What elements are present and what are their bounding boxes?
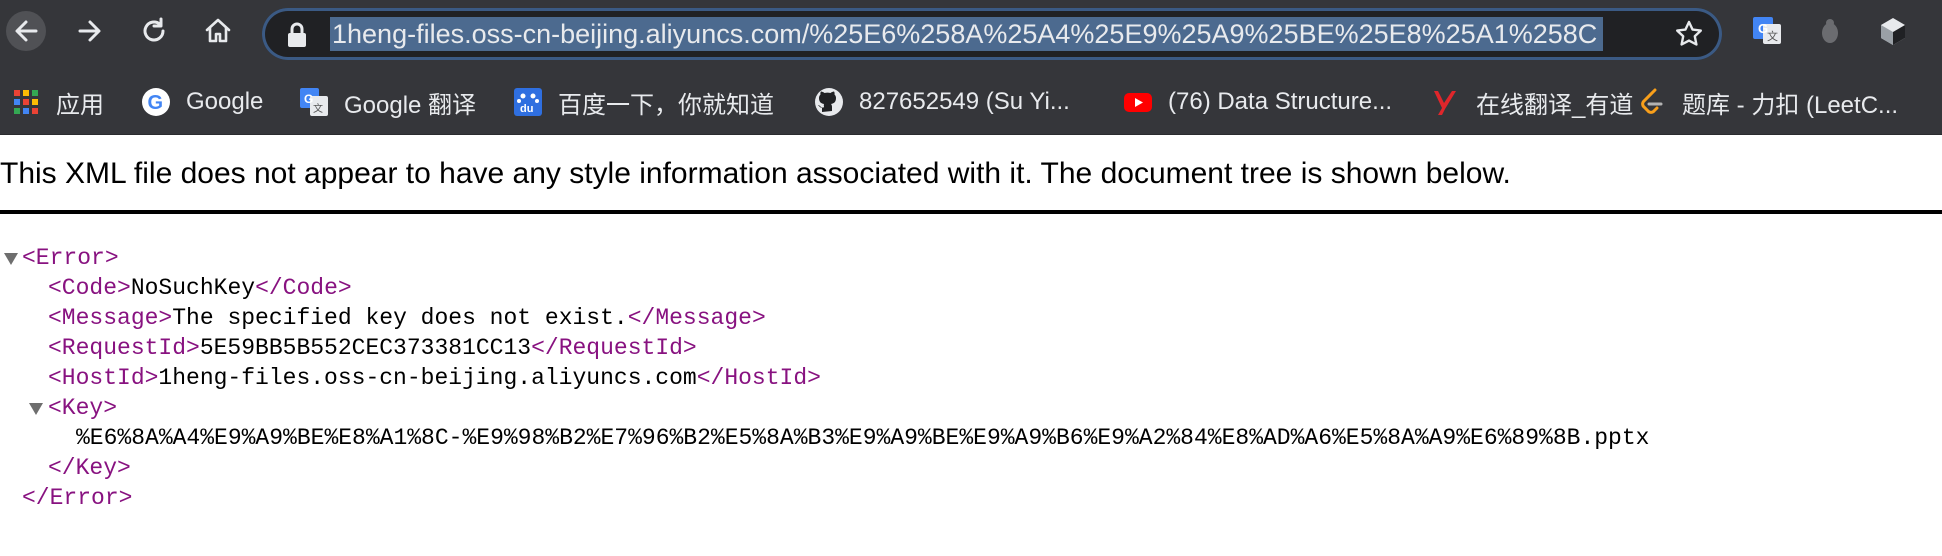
collapse-triangle-icon[interactable] [29, 403, 43, 415]
svg-text:du: du [520, 103, 533, 115]
forward-arrow-icon [78, 20, 101, 42]
xml-message-line: <Message>The specified key does not exis… [48, 303, 766, 333]
lock-icon[interactable] [286, 22, 308, 53]
key-value: %E6%8A%A4%E9%A9%BE%E8%A1%8C-%E9%98%B2%E7… [76, 425, 1650, 451]
bookmark-apps[interactable]: 应用 [10, 84, 104, 120]
collapse-triangle-icon[interactable] [4, 253, 18, 265]
bookmark-star-button[interactable] [1674, 19, 1704, 54]
google-translate-extension[interactable]: G文 [1750, 14, 1784, 48]
bookmark-label: 题库 - 力扣 (LeetC... [1682, 91, 1899, 119]
bookmarks-bar: 应用 G Google G文 Google 翻译 du 百度一下，你就知道 82… [0, 72, 1942, 135]
xml-key-open: <Key> [48, 393, 117, 423]
google-translate-icon: G文 [298, 86, 330, 118]
browser-toolbar: 1heng-files.oss-cn-beijing.aliyuncs.com/… [0, 0, 1942, 72]
address-bar[interactable]: 1heng-files.oss-cn-beijing.aliyuncs.com/… [262, 8, 1722, 60]
tag: <Error> [22, 245, 119, 271]
xml-style-notice: This XML file does not appear to have an… [0, 157, 1511, 190]
bookmark-youdao[interactable]: 在线翻译_有道 [1430, 84, 1633, 120]
bookmark-baidu[interactable]: du 百度一下，你就知道 [512, 84, 774, 120]
reload-button[interactable] [134, 11, 174, 51]
back-button[interactable] [6, 11, 46, 51]
tag: <HostId> [48, 365, 159, 391]
url-text[interactable]: 1heng-files.oss-cn-beijing.aliyuncs.com/… [330, 17, 1604, 51]
forward-button[interactable] [70, 11, 110, 51]
google-translate-icon: G文 [1753, 17, 1781, 44]
svg-text:文: 文 [1767, 29, 1778, 43]
message-value: The specified key does not exist. [172, 305, 628, 331]
back-arrow-icon [15, 20, 38, 42]
tag: </RequestId> [531, 335, 697, 361]
cube-extension[interactable] [1876, 14, 1910, 48]
bookmark-google[interactable]: G Google [140, 84, 263, 120]
bookmark-github[interactable]: 827652549 (Su Yi... [813, 84, 1070, 120]
star-icon [1676, 20, 1702, 46]
github-icon [813, 86, 845, 118]
bookmark-youtube[interactable]: (76) Data Structure... [1122, 84, 1392, 120]
tag: </HostId> [696, 365, 821, 391]
bookmark-label: 应用 [56, 91, 104, 119]
svg-text:G: G [304, 92, 313, 106]
xml-error-close: </Error> [22, 483, 132, 513]
cube-extension-icon [1881, 18, 1905, 45]
bookmark-label: Google 翻译 [344, 91, 477, 119]
requestid-value: 5E59BB5B552CEC373381CC13 [199, 335, 532, 361]
tag: <Key> [48, 395, 118, 421]
home-icon [205, 18, 231, 43]
xml-key-close: </Key> [48, 453, 131, 483]
youdao-icon [1430, 86, 1462, 118]
leetcode-icon [1636, 86, 1668, 118]
code-value: NoSuchKey [130, 275, 256, 301]
tag: <RequestId> [48, 335, 200, 361]
xml-hostid-line: <HostId>1heng-files.oss-cn-beijing.aliyu… [48, 363, 821, 393]
google-icon: G [140, 86, 172, 118]
xml-requestid-line: <RequestId>5E59BB5B552CEC373381CC13</Req… [48, 333, 697, 363]
bookmark-leetcode[interactable]: 题库 - 力扣 (LeetC... [1636, 84, 1898, 120]
bookmark-google-translate[interactable]: G文 Google 翻译 [298, 84, 476, 120]
bookmark-label: (76) Data Structure... [1168, 88, 1393, 115]
svg-text:G: G [148, 92, 164, 114]
bookmark-label: 827652549 (Su Yi... [859, 88, 1070, 115]
baidu-icon: du [512, 86, 544, 118]
tag: </Code> [255, 275, 352, 301]
tag: </Message> [627, 305, 766, 331]
divider [0, 210, 1942, 214]
bug-extension[interactable] [1813, 14, 1847, 48]
tag: <Message> [48, 305, 173, 331]
svg-text:文: 文 [313, 102, 323, 115]
youtube-icon [1122, 86, 1154, 118]
reload-icon [143, 17, 165, 42]
bookmark-label: 百度一下，你就知道 [558, 91, 774, 119]
tag: <Code> [48, 275, 131, 301]
xml-key-value: %E6%8A%A4%E9%A9%BE%E8%A1%8C-%E9%98%B2%E7… [76, 423, 1649, 453]
bookmark-label: 在线翻译_有道 [1476, 91, 1634, 119]
bookmark-label: Google [186, 88, 264, 115]
xml-error-open: <Error> [22, 243, 119, 273]
apps-grid-icon [10, 86, 42, 118]
tag: </Error> [22, 485, 133, 511]
xml-code-line: <Code>NoSuchKey</Code> [48, 273, 352, 303]
home-button[interactable] [198, 11, 238, 51]
bug-extension-icon [1822, 19, 1838, 43]
tag: </Key> [48, 455, 131, 481]
hostid-value: 1heng-files.oss-cn-beijing.aliyuncs.com [158, 365, 697, 391]
